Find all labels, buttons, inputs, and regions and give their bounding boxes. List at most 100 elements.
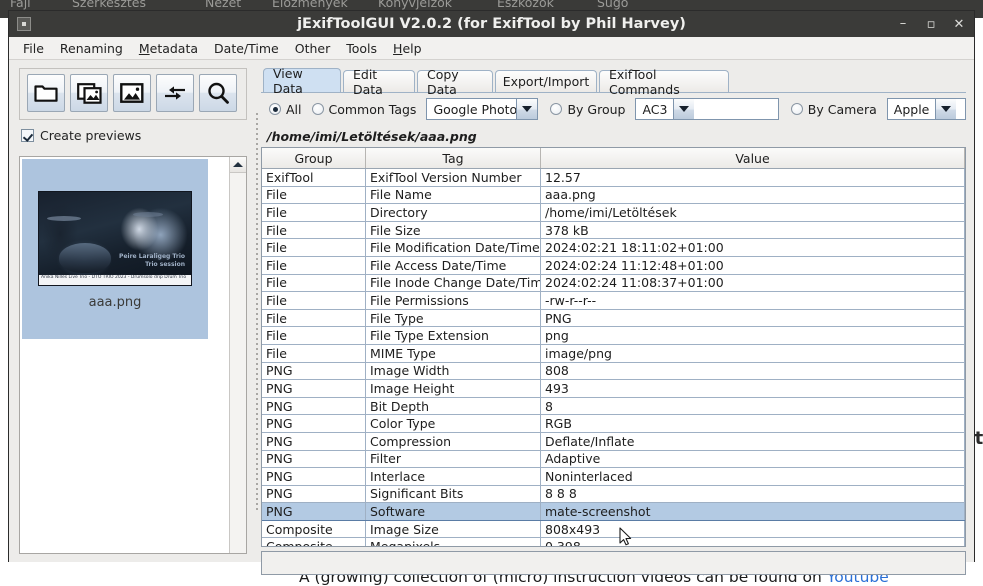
move-arrows-button[interactable] [156, 74, 194, 112]
radio-all[interactable] [269, 103, 281, 115]
bg-menu-sugo: Súgó [597, 0, 629, 10]
table-row[interactable]: File MIME Type image/png [262, 344, 965, 363]
split-pane-divider[interactable] [253, 68, 260, 554]
table-row[interactable]: Composite Image Size 808x493 [262, 520, 965, 539]
toolbar [19, 68, 247, 120]
open-folder-button[interactable] [27, 74, 65, 112]
table-row[interactable]: File File Type Extension png [262, 326, 965, 345]
cell-group: File [262, 274, 366, 293]
thumbnail-cymbal-left [47, 216, 81, 221]
metadata-table: Group Tag Value ExifTool ExifTool Version… [262, 148, 965, 546]
cell-group: Composite [262, 537, 366, 546]
table-header-row: Group Tag Value [262, 148, 965, 169]
open-images-button[interactable] [70, 74, 108, 112]
file-path: /home/imi/Letöltések/aaa.png [267, 128, 477, 144]
column-header-group[interactable]: Group [262, 148, 366, 169]
preview-thumbnail[interactable]: Peire Laraligeg Trio Trio session Anika … [38, 191, 192, 286]
cell-tag: Directory [365, 203, 541, 222]
menu-file[interactable]: File [15, 39, 52, 58]
tab-copy-data[interactable]: Copy Data [417, 67, 493, 97]
table-row[interactable]: File File Size 378 kB [262, 221, 965, 240]
minimize-button[interactable]: – [897, 16, 909, 33]
table-row[interactable]: PNG Image Height 493 [262, 379, 965, 398]
thumbnail-drum [59, 243, 111, 273]
table-row[interactable]: PNG Software mate-screenshot [262, 502, 965, 521]
radio-common-tags[interactable] [311, 103, 324, 115]
screen-root: Fájl Szerkesztés Nézet Előzmények Könyvj… [0, 0, 983, 586]
maximize-button[interactable]: ▫ [925, 17, 937, 31]
common-tags-combo-arrow[interactable] [516, 99, 538, 119]
create-previews-checkbox[interactable] [21, 129, 34, 142]
cell-group: PNG [262, 362, 366, 381]
preview-scrollbar[interactable] [229, 157, 246, 553]
common-tags-combo[interactable]: Google Photos [426, 98, 539, 120]
status-field[interactable] [261, 551, 966, 575]
table-row[interactable]: Composite Megapixels 0.398 [262, 537, 965, 546]
table-row[interactable]: PNG Image Width 808 [262, 362, 965, 381]
cell-tag: File Name [365, 186, 541, 205]
table-row[interactable]: File File Modification Date/Time 2024:02:2… [262, 238, 965, 257]
table-row[interactable]: File File Permissions -rw-r--r-- [262, 291, 965, 310]
table-row[interactable]: File File Inode Change Date/Time 2024:02:2… [262, 274, 965, 293]
preview-list: Peire Laraligeg Trio Trio session Anika … [20, 157, 229, 553]
by-camera-combo-arrow[interactable] [935, 99, 957, 119]
metadata-table-container[interactable]: Group Tag Value ExifTool ExifTool Version… [261, 147, 966, 547]
menu-datetime[interactable]: Date/Time [206, 39, 287, 58]
cell-value: 808 [540, 362, 965, 381]
table-row[interactable]: PNG Compression Deflate/Inflate [262, 432, 965, 451]
radio-by-camera[interactable] [790, 103, 803, 115]
menu-tools[interactable]: Tools [338, 39, 385, 58]
table-row[interactable]: PNG Color Type RGB [262, 414, 965, 433]
menu-renaming[interactable]: Renaming [52, 39, 131, 58]
tab-edit-data[interactable]: Edit Data [343, 67, 415, 97]
table-row[interactable]: File File Access Date/Time 2024:02:24 11:1… [262, 256, 965, 275]
cell-tag: File Access Date/Time [365, 256, 541, 275]
cell-value: Noninterlaced [540, 467, 965, 486]
chevron-down-icon [522, 106, 533, 112]
radio-by-group[interactable] [550, 103, 563, 115]
cell-group: PNG [262, 467, 366, 486]
radio-all-label: All [286, 101, 302, 117]
thumbnail-caption-bar: Anika Nilles Live Trio - DTO TRIO 2023 -… [39, 275, 191, 285]
title-bar[interactable]: jExifToolGUI V2.0.2 (for ExifTool by Phi… [9, 11, 974, 37]
table-row[interactable]: ExifTool ExifTool Version Number 12.57 [262, 168, 965, 187]
preview-scroll-up-button[interactable] [230, 157, 246, 173]
by-camera-combo[interactable]: Apple [886, 98, 966, 120]
cell-group: File [262, 326, 366, 345]
move-arrows-icon [165, 86, 185, 100]
table-row[interactable]: PNG Bit Depth 8 [262, 397, 965, 416]
menu-other[interactable]: Other [287, 39, 339, 58]
tab-view-data[interactable]: View Data [263, 66, 341, 96]
menu-help[interactable]: Help [385, 39, 430, 58]
by-camera-combo-value: Apple [893, 101, 930, 117]
by-group-combo-arrow[interactable] [673, 99, 695, 119]
cell-value: mate-screenshot [540, 502, 965, 521]
cell-group: PNG [262, 502, 366, 521]
table-body: ExifTool ExifTool Version Number 12.57 File… [262, 168, 965, 546]
table-row[interactable]: File File Name aaa.png [262, 186, 965, 205]
table-row[interactable]: PNG Interlace Noninterlaced [262, 467, 965, 486]
column-header-value[interactable]: Value [540, 148, 965, 169]
close-button[interactable]: ✕ [953, 17, 965, 31]
create-previews-label: Create previews [40, 128, 142, 143]
table-row[interactable]: PNG Significant Bits 8 8 8 [262, 485, 965, 504]
menu-metadata[interactable]: Metadata [131, 39, 206, 58]
cell-tag: Compression [365, 432, 541, 451]
open-single-image-button[interactable] [113, 74, 151, 112]
cell-value: /home/imi/Letöltések [540, 203, 965, 222]
cell-tag: ExifTool Version Number [365, 168, 541, 187]
tab-export-import[interactable]: Export/Import [495, 70, 597, 92]
search-button[interactable] [199, 74, 237, 112]
column-header-tag[interactable]: Tag [365, 148, 541, 169]
table-row[interactable]: File Directory/home/imi/Letöltések [262, 203, 965, 222]
window-menu-icon[interactable] [17, 17, 31, 31]
tab-exiftool-commands[interactable]: ExifTool Commands [599, 67, 729, 97]
table-row[interactable]: PNG Filter Adaptive [262, 450, 965, 469]
table-row[interactable]: File File Type PNG [262, 309, 965, 328]
create-previews-row[interactable]: Create previews [21, 128, 141, 143]
by-group-combo[interactable]: AC3 [635, 98, 779, 120]
preview-item[interactable]: Peire Laraligeg Trio Trio session Anika … [22, 159, 208, 339]
bg-menu-nezet: Nézet [205, 0, 242, 10]
cell-value: 12.57 [540, 168, 965, 187]
bg-menu-konyvjelzok: Könyvjelzők [378, 0, 453, 10]
